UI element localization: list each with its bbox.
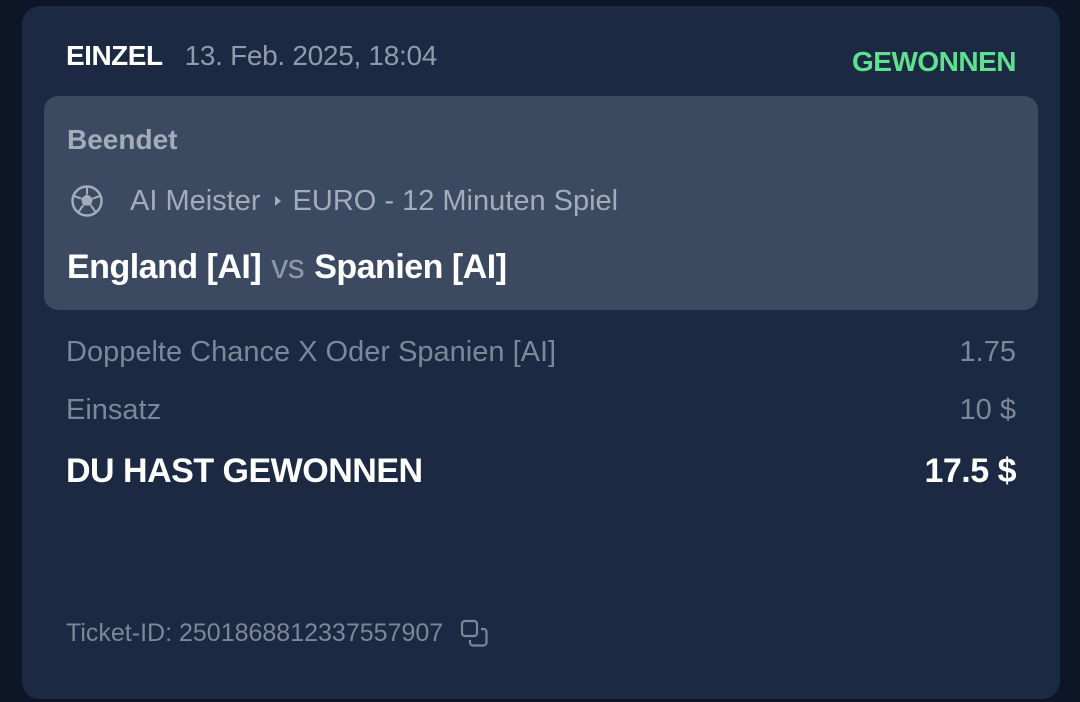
competition-name: EURO - 12 Minuten Spiel [292, 184, 619, 217]
copy-icon[interactable] [459, 618, 489, 648]
bet-selection: Doppelte Chance X Oder Spanien [AI] [66, 336, 557, 368]
event-panel[interactable]: Beendet AI Meister EURO - 12 Minuten Spi… [44, 96, 1038, 310]
bet-type-label: EINZEL [66, 40, 163, 71]
ticket-id-label: Ticket-ID: [66, 618, 173, 647]
stake-value: 10 $ [959, 394, 1016, 426]
matchup: England [AI] vs Spanien [AI] [67, 248, 507, 287]
stake-label: Einsatz [66, 394, 162, 426]
payout-value: 17.5 $ [924, 452, 1016, 490]
bet-timestamp: 13. Feb. 2025, 18:04 [184, 40, 438, 71]
away-team: Spanien [AI] [314, 248, 507, 286]
soccer-ball-icon [71, 185, 103, 217]
vs-separator: vs [271, 248, 305, 286]
status-badge: GEWONNEN [852, 46, 1017, 77]
home-team: England [AI] [67, 248, 262, 286]
ticket-id-value: 2501868812337557907 [178, 618, 444, 647]
bet-ticket-card: EINZEL 13. Feb. 2025, 18:04 GEWONNEN Bee… [22, 6, 1060, 699]
payout-row: DU HAST GEWONNEN 17.5 $ [66, 452, 1016, 491]
event-status: Beendet [67, 124, 178, 155]
league-name: AI Meister [130, 184, 261, 217]
payout-label: DU HAST GEWONNEN [66, 452, 423, 490]
bet-odds: 1.75 [959, 336, 1016, 368]
ticket-id-row: Ticket-ID: 2501868812337557907 [66, 618, 489, 648]
stake-row: Einsatz 10 $ [66, 394, 1016, 427]
ticket-header: EINZEL 13. Feb. 2025, 18:04 GEWONNEN [66, 36, 1017, 77]
event-breadcrumb: AI Meister EURO - 12 Minuten Spiel [70, 184, 618, 218]
chevron-right-icon [274, 196, 281, 206]
selection-row: Doppelte Chance X Oder Spanien [AI] 1.75 [66, 336, 1016, 369]
